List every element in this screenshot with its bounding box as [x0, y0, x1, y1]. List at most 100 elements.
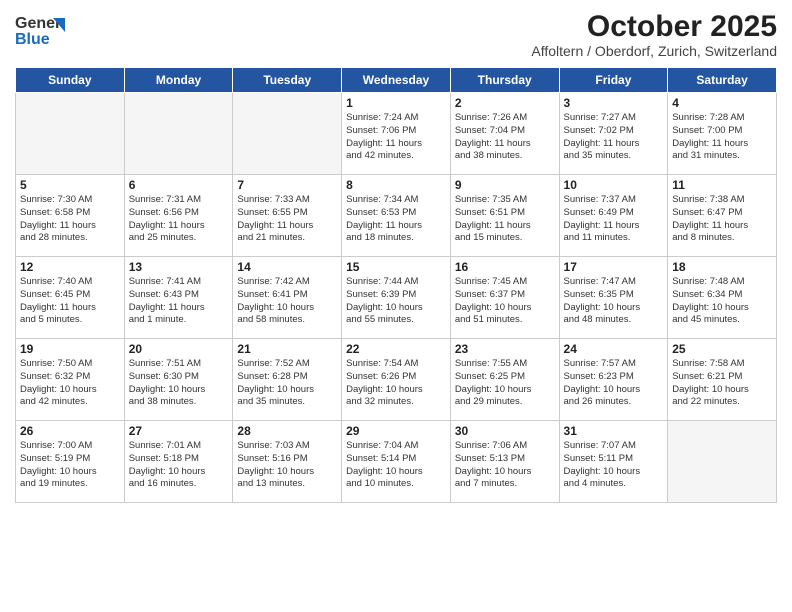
cal-cell: 18 Sunrise: 7:48 AM Sunset: 6:34 PM Dayli… [668, 257, 777, 339]
day-number: 2 [455, 96, 555, 110]
day-number: 14 [237, 260, 337, 274]
day-number: 26 [20, 424, 120, 438]
cal-cell: 30 Sunrise: 7:06 AM Sunset: 5:13 PM Dayli… [450, 421, 559, 503]
cal-cell: 17 Sunrise: 7:47 AM Sunset: 6:35 PM Dayli… [559, 257, 668, 339]
day-number: 7 [237, 178, 337, 192]
day-header-thursday: Thursday [450, 68, 559, 93]
day-number: 31 [564, 424, 664, 438]
day-header-wednesday: Wednesday [342, 68, 451, 93]
day-info: Sunrise: 7:44 AM Sunset: 6:39 PM Dayligh… [346, 276, 446, 327]
svg-text:General: General [15, 15, 65, 32]
day-header-monday: Monday [124, 68, 233, 93]
day-info: Sunrise: 7:30 AM Sunset: 6:58 PM Dayligh… [20, 194, 120, 245]
day-info: Sunrise: 7:41 AM Sunset: 6:43 PM Dayligh… [129, 276, 229, 327]
cal-cell: 5Sunrise: 7:30 AM Sunset: 6:58 PM Daylig… [16, 175, 125, 257]
day-number: 30 [455, 424, 555, 438]
day-number: 13 [129, 260, 229, 274]
cal-cell: 29 Sunrise: 7:04 AM Sunset: 5:14 PM Dayli… [342, 421, 451, 503]
day-info: Sunrise: 7:58 AM Sunset: 6:21 PM Dayligh… [672, 358, 772, 409]
cal-cell [16, 93, 125, 175]
cal-cell: 21 Sunrise: 7:52 AM Sunset: 6:28 PM Dayli… [233, 339, 342, 421]
cal-cell: 20 Sunrise: 7:51 AM Sunset: 6:30 PM Dayli… [124, 339, 233, 421]
cal-cell: 10Sunrise: 7:37 AM Sunset: 6:49 PM Dayli… [559, 175, 668, 257]
day-number: 1 [346, 96, 446, 110]
location-subtitle: Affoltern / Oberdorf, Zurich, Switzerlan… [531, 43, 777, 59]
day-number: 24 [564, 342, 664, 356]
day-number: 25 [672, 342, 772, 356]
day-info: Sunrise: 7:24 AM Sunset: 7:06 PM Dayligh… [346, 112, 446, 163]
cal-cell [233, 93, 342, 175]
day-info: Sunrise: 7:47 AM Sunset: 6:35 PM Dayligh… [564, 276, 664, 327]
day-info: Sunrise: 7:27 AM Sunset: 7:02 PM Dayligh… [564, 112, 664, 163]
day-header-sunday: Sunday [16, 68, 125, 93]
cal-cell: 11 Sunrise: 7:38 AM Sunset: 6:47 PM Dayli… [668, 175, 777, 257]
day-info: Sunrise: 7:45 AM Sunset: 6:37 PM Dayligh… [455, 276, 555, 327]
cal-cell: 25 Sunrise: 7:58 AM Sunset: 6:21 PM Dayli… [668, 339, 777, 421]
cal-cell: 12Sunrise: 7:40 AM Sunset: 6:45 PM Dayli… [16, 257, 125, 339]
day-header-saturday: Saturday [668, 68, 777, 93]
day-info: Sunrise: 7:28 AM Sunset: 7:00 PM Dayligh… [672, 112, 772, 163]
day-info: Sunrise: 7:35 AM Sunset: 6:51 PM Dayligh… [455, 194, 555, 245]
day-info: Sunrise: 7:34 AM Sunset: 6:53 PM Dayligh… [346, 194, 446, 245]
cal-cell: 31 Sunrise: 7:07 AM Sunset: 5:11 PM Dayli… [559, 421, 668, 503]
day-info: Sunrise: 7:31 AM Sunset: 6:56 PM Dayligh… [129, 194, 229, 245]
day-number: 15 [346, 260, 446, 274]
day-number: 28 [237, 424, 337, 438]
cal-cell: 19 Sunrise: 7:50 AM Sunset: 6:32 PM Dayli… [16, 339, 125, 421]
day-info: Sunrise: 7:37 AM Sunset: 6:49 PM Dayligh… [564, 194, 664, 245]
day-info: Sunrise: 7:06 AM Sunset: 5:13 PM Dayligh… [455, 440, 555, 491]
cal-cell [124, 93, 233, 175]
day-number: 29 [346, 424, 446, 438]
day-number: 22 [346, 342, 446, 356]
day-number: 19 [20, 342, 120, 356]
day-info: Sunrise: 7:26 AM Sunset: 7:04 PM Dayligh… [455, 112, 555, 163]
cal-cell: 1 Sunrise: 7:24 AM Sunset: 7:06 PM Daylig… [342, 93, 451, 175]
cal-cell: 7 Sunrise: 7:33 AM Sunset: 6:55 PM Daylig… [233, 175, 342, 257]
day-info: Sunrise: 7:50 AM Sunset: 6:32 PM Dayligh… [20, 358, 120, 409]
day-number: 23 [455, 342, 555, 356]
day-info: Sunrise: 7:42 AM Sunset: 6:41 PM Dayligh… [237, 276, 337, 327]
cal-cell: 14 Sunrise: 7:42 AM Sunset: 6:41 PM Dayli… [233, 257, 342, 339]
cal-cell: 3 Sunrise: 7:27 AM Sunset: 7:02 PM Daylig… [559, 93, 668, 175]
svg-text:Blue: Blue [15, 31, 50, 48]
day-info: Sunrise: 7:51 AM Sunset: 6:30 PM Dayligh… [129, 358, 229, 409]
day-info: Sunrise: 7:54 AM Sunset: 6:26 PM Dayligh… [346, 358, 446, 409]
cal-cell [668, 421, 777, 503]
day-info: Sunrise: 7:38 AM Sunset: 6:47 PM Dayligh… [672, 194, 772, 245]
cal-cell: 13 Sunrise: 7:41 AM Sunset: 6:43 PM Dayli… [124, 257, 233, 339]
day-number: 21 [237, 342, 337, 356]
page-header: General Blue October 2025 Affoltern / Ob… [15, 10, 777, 59]
day-info: Sunrise: 7:01 AM Sunset: 5:18 PM Dayligh… [129, 440, 229, 491]
day-info: Sunrise: 7:33 AM Sunset: 6:55 PM Dayligh… [237, 194, 337, 245]
cal-cell: 2 Sunrise: 7:26 AM Sunset: 7:04 PM Daylig… [450, 93, 559, 175]
day-number: 11 [672, 178, 772, 192]
day-number: 16 [455, 260, 555, 274]
cal-cell: 6 Sunrise: 7:31 AM Sunset: 6:56 PM Daylig… [124, 175, 233, 257]
cal-cell: 22 Sunrise: 7:54 AM Sunset: 6:26 PM Dayli… [342, 339, 451, 421]
day-info: Sunrise: 7:55 AM Sunset: 6:25 PM Dayligh… [455, 358, 555, 409]
day-info: Sunrise: 7:52 AM Sunset: 6:28 PM Dayligh… [237, 358, 337, 409]
day-number: 17 [564, 260, 664, 274]
cal-cell: 26 Sunrise: 7:00 AM Sunset: 5:19 PM Dayli… [16, 421, 125, 503]
calendar-table: SundayMondayTuesdayWednesdayThursdayFrid… [15, 67, 777, 503]
day-number: 6 [129, 178, 229, 192]
cal-cell: 9 Sunrise: 7:35 AM Sunset: 6:51 PM Daylig… [450, 175, 559, 257]
cal-cell: 27 Sunrise: 7:01 AM Sunset: 5:18 PM Dayli… [124, 421, 233, 503]
cal-cell: 15 Sunrise: 7:44 AM Sunset: 6:39 PM Dayli… [342, 257, 451, 339]
day-header-friday: Friday [559, 68, 668, 93]
day-number: 20 [129, 342, 229, 356]
cal-cell: 23 Sunrise: 7:55 AM Sunset: 6:25 PM Dayli… [450, 339, 559, 421]
title-area: October 2025 Affoltern / Oberdorf, Zuric… [531, 10, 777, 59]
day-info: Sunrise: 7:04 AM Sunset: 5:14 PM Dayligh… [346, 440, 446, 491]
day-number: 27 [129, 424, 229, 438]
day-number: 18 [672, 260, 772, 274]
day-info: Sunrise: 7:00 AM Sunset: 5:19 PM Dayligh… [20, 440, 120, 491]
logo-icon: General Blue [15, 10, 65, 52]
day-number: 3 [564, 96, 664, 110]
day-info: Sunrise: 7:07 AM Sunset: 5:11 PM Dayligh… [564, 440, 664, 491]
day-number: 9 [455, 178, 555, 192]
cal-cell: 16 Sunrise: 7:45 AM Sunset: 6:37 PM Dayli… [450, 257, 559, 339]
day-number: 8 [346, 178, 446, 192]
cal-cell: 4Sunrise: 7:28 AM Sunset: 7:00 PM Daylig… [668, 93, 777, 175]
day-info: Sunrise: 7:48 AM Sunset: 6:34 PM Dayligh… [672, 276, 772, 327]
